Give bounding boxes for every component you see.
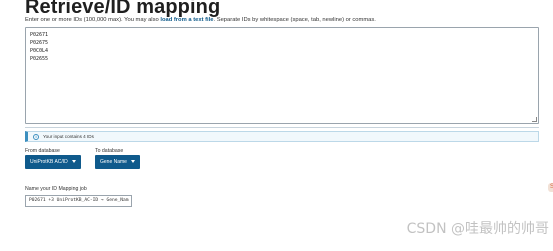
intro-text-start: Enter one or more IDs (100,000 max). You… xyxy=(25,17,161,23)
from-database-select[interactable]: UniProtKB AC/ID xyxy=(25,155,81,169)
from-database-label: From database xyxy=(25,148,60,154)
intro-text-end: . Separate IDs by whitespace (space, tab… xyxy=(213,17,376,23)
divider xyxy=(25,127,539,128)
id-line: P02655 xyxy=(30,56,49,62)
id-count-info-box: i Your input contains 4 IDs xyxy=(25,131,539,142)
id-mapping-page: Retrieve/ID mapping Enter one or more ID… xyxy=(0,0,553,251)
resize-grip-icon[interactable] xyxy=(532,117,537,122)
id-line: P0C0L4 xyxy=(30,48,49,54)
from-database-value: UniProtKB AC/ID xyxy=(30,159,68,165)
chevron-down-icon xyxy=(72,160,76,163)
load-from-file-link[interactable]: load from a text file xyxy=(160,17,213,23)
job-name-input[interactable]: P02671 +3 UniProtKB_AC-ID → Gene_Nam xyxy=(25,195,132,207)
watermark: CSDN @哇最帅的帅哥 xyxy=(406,221,549,237)
side-feedback-badge[interactable]: S xyxy=(548,183,553,192)
ids-textarea[interactable]: P02671 P02675 P0C0L4 P02655 xyxy=(25,27,539,124)
id-line: P02671 xyxy=(30,32,49,38)
id-count-message: Your input contains 4 IDs xyxy=(43,134,94,139)
to-database-value: Gene Name xyxy=(100,159,127,165)
id-line: P02675 xyxy=(30,40,49,46)
info-circle-icon: i xyxy=(33,133,39,140)
to-database-select[interactable]: Gene Name xyxy=(95,155,140,169)
intro-text: Enter one or more IDs (100,000 max). You… xyxy=(25,17,376,23)
to-database-label: To database xyxy=(95,148,124,154)
chevron-down-icon xyxy=(131,160,135,163)
job-name-label: Name your ID Mapping job xyxy=(25,186,87,192)
